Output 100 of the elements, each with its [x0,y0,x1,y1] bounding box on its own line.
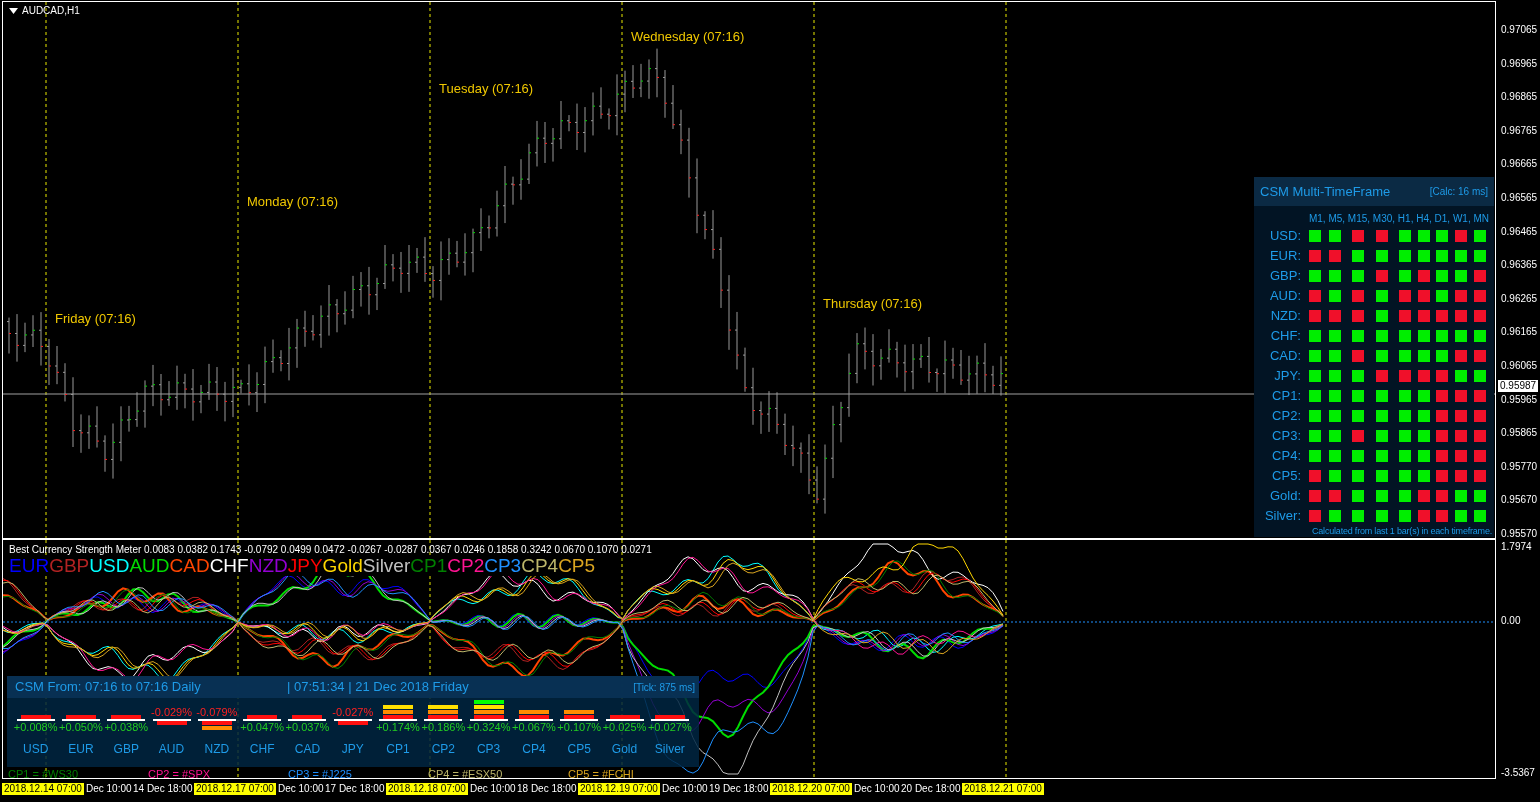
time-label: 2018.12.20 07:00 [770,783,852,795]
currency-label: NZD: [1269,307,1302,326]
change-value: -0.027% [332,706,374,719]
price-label: 0.96565 [1501,192,1538,204]
currency-label: CP3 [476,741,501,758]
currency-label: JPY [341,741,364,758]
symbol-label: CP1 = #WS30 [8,767,78,778]
currency-label: CP4 [522,741,546,758]
scale-label: 1.7974 [1501,541,1532,553]
price-label: 0.95965 [1501,393,1538,406]
day-label: Thursday (07:16) [823,295,922,313]
time-label: Dec 10:00 [85,783,133,795]
change-value: +0.027% [647,721,692,734]
day-label: Friday (07:16) [55,310,136,328]
chart-title: AUDCAD,H1 [22,5,80,17]
tick-time: [Tick: 875 ms] [633,680,695,695]
currency-label: Silver [654,741,685,758]
change-value: -0.029% [151,706,193,719]
time-label: Dec 10:00 [661,783,709,795]
price-label: 0.96765 [1501,124,1538,137]
time-label: 2018.12.14 07:00 [2,783,84,795]
time-label: 20 Dec 18:00 [900,783,962,795]
currency-label: Gold: [1268,487,1302,506]
currency-label: CP1 [386,741,410,758]
currency-label: CP3: [1271,427,1302,446]
clock-label: | 07:51:34 | 21 Dec 2018 Friday [287,678,470,697]
price-label: 0.96465 [1501,225,1538,238]
currency-label: USD: [1268,227,1302,246]
price-label: 0.96965 [1501,57,1538,70]
calc-time: [Calc: 16 ms] [1429,185,1488,199]
day-label: Wednesday (07:16) [631,28,745,46]
current-price-label: 0.95987 [1498,380,1539,392]
currency-label: AUD [158,741,185,758]
scale-label: 0.00 [1501,615,1521,627]
time-label: Dec 10:00 [853,783,901,795]
day-label: Monday (07:16) [247,193,339,211]
scale-label: -3.5367 [1501,767,1535,779]
currency-label: GBP: [1268,267,1302,286]
time-label: 2018.12.19 07:00 [578,783,660,795]
change-value: +0.107% [557,721,602,734]
price-label: 0.95865 [1501,427,1538,440]
currency-label: Silver: [1263,507,1302,526]
change-value: +0.038% [104,721,149,734]
currency-label: CP2: [1271,407,1302,426]
symbol-label: CP2 = #SPX [148,767,211,778]
currency-label: EUR: [1268,247,1302,266]
change-value: +0.037% [285,721,330,734]
symbol-label: CP5 = #FCHI [568,767,634,778]
currency-label: CP2 [431,741,455,758]
panel-title: CSM Multi-TimeFrame [1260,182,1391,201]
price-label: 0.96365 [1501,259,1538,272]
price-label: 0.96065 [1501,360,1538,372]
legend-label: CHF [209,555,249,576]
currency-label: EUR [68,741,94,758]
currency-label: CP4: [1271,447,1302,466]
currency-label: CAD: [1268,347,1302,366]
currency-label: CP5: [1271,467,1302,486]
currency-label: Gold [611,741,638,758]
time-label: 17 Dec 18:00 [324,783,386,795]
indicator-title: Best Currency Strength Meter 0.0083 0.0382 0.1743 -0.0792 0.0499 0.0472 -0.0267 -0.0287 0.0367 0.0246 0.1858 0.3242 0.0670 0.1070 0.0271 [9,543,652,557]
change-value: +0.186% [421,721,466,734]
currency-label: CAD [294,741,321,758]
time-label: 18 Dec 18:00 [516,783,578,795]
change-value: +0.324% [466,721,511,734]
timeframe-header: M1, M5, M15, M30, H1, H4, D1, W1, MN [1307,212,1490,226]
price-label: 0.96665 [1501,158,1538,171]
change-value: +0.008% [13,721,58,734]
change-value: +0.050% [59,721,103,734]
panel-footer: Calculated from last 1 bar(s) in each timeframe. [1254,526,1494,537]
currency-label: NZD [204,741,230,758]
currency-label: GBP [113,741,139,758]
legend-label: EUR [9,555,50,576]
price-label: 0.95570 [1501,528,1538,540]
change-value: +0.067% [512,721,556,734]
symbol-label: CP3 = #J225 [288,767,352,778]
currency-label: CHF [249,741,275,758]
time-label: Dec 10:00 [469,783,517,795]
price-label: 0.96165 [1501,326,1538,339]
legend-label: CP1 [410,555,448,576]
change-value: -0.079% [196,706,238,719]
time-label: 2018.12.18 07:00 [386,783,468,795]
range-label: CSM From: 07:16 to 07:16 Daily [15,678,202,697]
dropdown-icon[interactable] [9,8,18,14]
currency-label: CP5 [567,741,591,758]
price-label: 0.97065 [1501,24,1538,36]
change-value: +0.174% [376,721,420,734]
price-label: 0.96865 [1501,91,1538,104]
symbol-label: CP4 = #ESX50 [428,767,503,778]
currency-label: CP1: [1271,387,1302,406]
price-label: 0.95670 [1501,494,1538,507]
time-label: 14 Dec 18:00 [132,783,194,795]
day-label: Tuesday (07:16) [439,80,534,98]
time-label: 19 Dec 18:00 [708,783,770,795]
time-label: 2018.12.17 07:00 [194,783,276,795]
currency-label: USD [22,741,49,758]
price-label: 0.96265 [1501,292,1538,305]
price-label: 0.95770 [1501,460,1538,473]
currency-label: AUD: [1268,287,1302,306]
currency-label: CHF: [1269,327,1302,346]
currency-label: JPY: [1273,367,1302,386]
